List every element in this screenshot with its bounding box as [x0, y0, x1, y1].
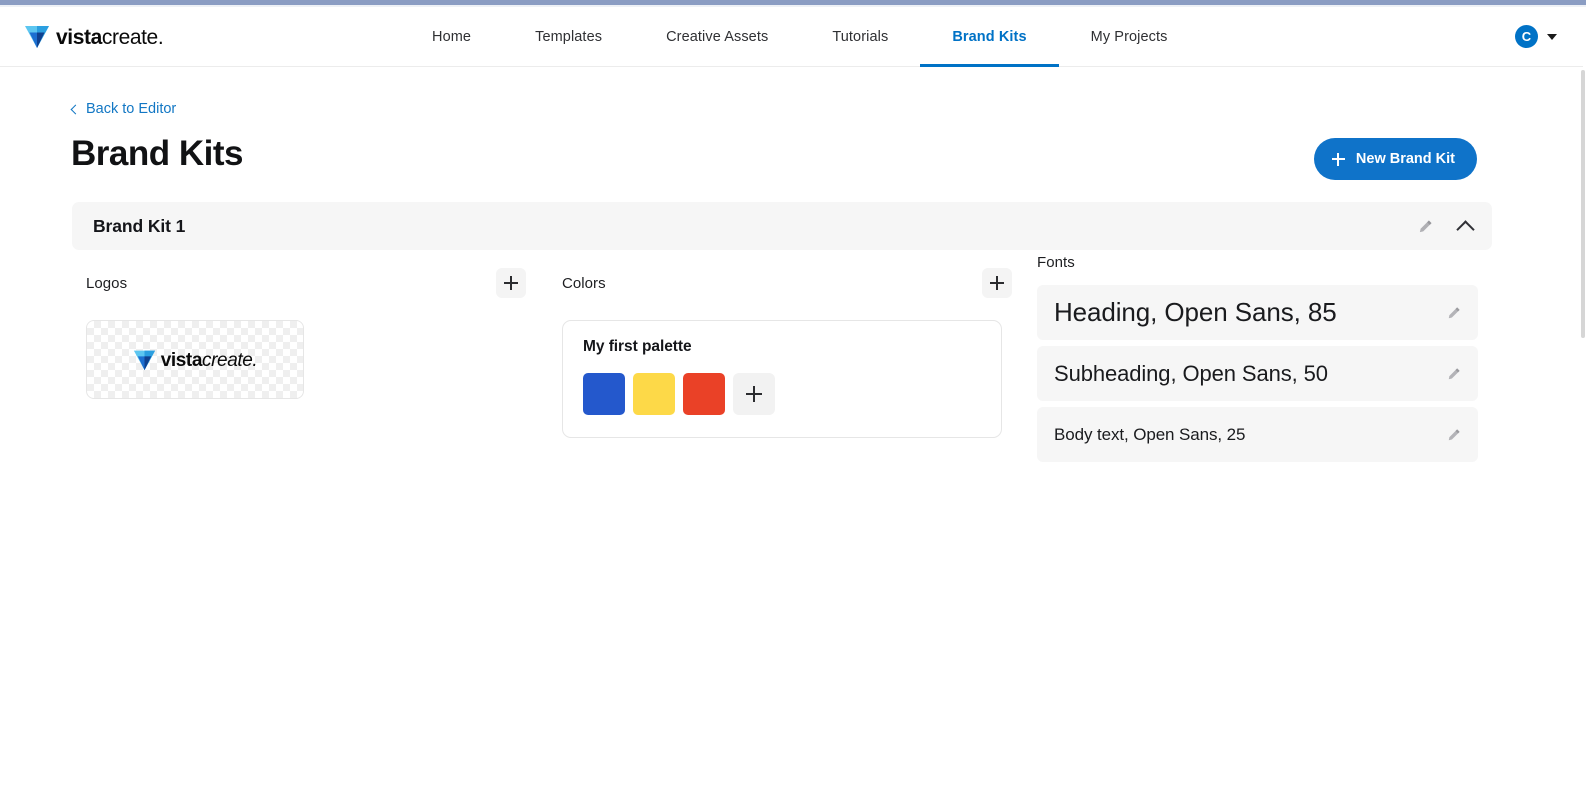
page-body: Back to Editor Brand Kits New Brand Kit … — [0, 68, 1583, 790]
primary-nav: Home Templates Creative Assets Tutorials… — [400, 7, 1199, 67]
vistacreate-logo-link[interactable]: vistacreate. — [24, 23, 164, 49]
app-header: vistacreate. Home Templates Creative Ass… — [0, 7, 1583, 67]
page-title: Brand Kits — [71, 134, 243, 173]
vistacreate-triangle-icon — [25, 26, 49, 48]
add-logo-button[interactable] — [496, 268, 526, 298]
colors-section: Colors My first palette — [562, 258, 1012, 438]
font-row-body[interactable]: Body text, Open Sans, 25 — [1037, 407, 1478, 462]
font-row-heading[interactable]: Heading, Open Sans, 85 — [1037, 285, 1478, 340]
font-row-label: Subheading, Open Sans, 50 — [1054, 360, 1328, 386]
color-swatch[interactable] — [633, 373, 675, 415]
wordmark-part1: vista — [56, 25, 102, 49]
back-to-editor-link[interactable]: Back to Editor — [70, 101, 177, 117]
page-scrollbar-thumb[interactable] — [1581, 70, 1585, 338]
chevron-left-icon — [70, 104, 81, 114]
edit-brand-kit-button[interactable] — [1414, 215, 1436, 237]
add-color-button[interactable] — [733, 373, 775, 415]
back-to-editor-label: Back to Editor — [86, 101, 177, 117]
logo-wordmark-suffix: . — [252, 350, 258, 371]
pencil-icon — [1448, 306, 1460, 318]
new-brand-kit-label: New Brand Kit — [1355, 151, 1455, 167]
brand-kit-actions — [1414, 202, 1476, 250]
nav-item-brand-kits[interactable]: Brand Kits — [920, 7, 1059, 67]
font-rows: Heading, Open Sans, 85 Subheading, Open … — [1037, 285, 1492, 462]
collapse-brand-kit-button[interactable] — [1454, 215, 1476, 239]
nav-item-tutorials[interactable]: Tutorials — [800, 7, 920, 67]
font-row-subheading[interactable]: Subheading, Open Sans, 50 — [1037, 346, 1478, 401]
chevron-down-icon[interactable] — [1547, 33, 1557, 40]
edit-heading-font-button[interactable] — [1444, 303, 1464, 323]
color-swatch[interactable] — [683, 373, 725, 415]
logo-thumbnail-wordmark: vistacreate. — [161, 351, 258, 370]
palette-card: My first palette — [562, 320, 1002, 438]
brand-kit-name: Brand Kit 1 — [93, 215, 186, 236]
brand-kit-card: Brand Kit 1 Logos vistacreate. Colors My… — [72, 202, 1492, 462]
plus-icon — [1331, 152, 1345, 166]
edit-body-font-button[interactable] — [1444, 425, 1464, 445]
avatar[interactable]: C — [1515, 25, 1538, 48]
chevron-up-icon — [1455, 219, 1475, 239]
pencil-icon — [1419, 220, 1431, 232]
logo-thumbnail-content: vistacreate. — [133, 348, 258, 371]
fonts-title: Fonts — [1037, 254, 1075, 271]
edit-subheading-font-button[interactable] — [1444, 364, 1464, 384]
pencil-icon — [1448, 367, 1460, 379]
logo-thumbnail[interactable]: vistacreate. — [86, 320, 304, 399]
browser-viewport: vistacreate. Home Templates Creative Ass… — [0, 0, 1586, 790]
logos-section: Logos vistacreate. — [86, 258, 526, 399]
logo-wordmark-part1: vista — [160, 350, 203, 371]
font-row-label: Body text, Open Sans, 25 — [1054, 424, 1246, 444]
palette-name: My first palette — [583, 338, 692, 355]
new-brand-kit-button[interactable]: New Brand Kit — [1313, 138, 1477, 180]
pencil-icon — [1448, 428, 1460, 440]
nav-item-templates[interactable]: Templates — [503, 7, 634, 67]
nav-item-creative-assets[interactable]: Creative Assets — [634, 7, 800, 67]
logos-title: Logos — [86, 274, 128, 292]
color-swatch[interactable] — [583, 373, 625, 415]
vistacreate-wordmark: vistacreate. — [56, 25, 164, 49]
wordmark-part2: create — [101, 25, 158, 49]
vistacreate-triangle-icon — [133, 350, 155, 371]
add-palette-button[interactable] — [982, 268, 1012, 298]
font-row-label: Heading, Open Sans, 85 — [1054, 297, 1337, 327]
brand-kit-header[interactable]: Brand Kit 1 — [72, 202, 1492, 250]
nav-item-my-projects[interactable]: My Projects — [1059, 7, 1200, 67]
colors-header: Colors — [562, 258, 1012, 298]
user-menu[interactable]: C — [1515, 25, 1557, 48]
nav-item-home[interactable]: Home — [400, 7, 503, 67]
colors-title: Colors — [562, 274, 606, 292]
fonts-section: Fonts Heading, Open Sans, 85 Subheading,… — [1037, 254, 1492, 468]
logo-wordmark-part2: create — [202, 350, 253, 371]
logos-header: Logos — [86, 258, 526, 298]
swatch-row — [583, 373, 981, 415]
wordmark-suffix: . — [157, 25, 164, 49]
